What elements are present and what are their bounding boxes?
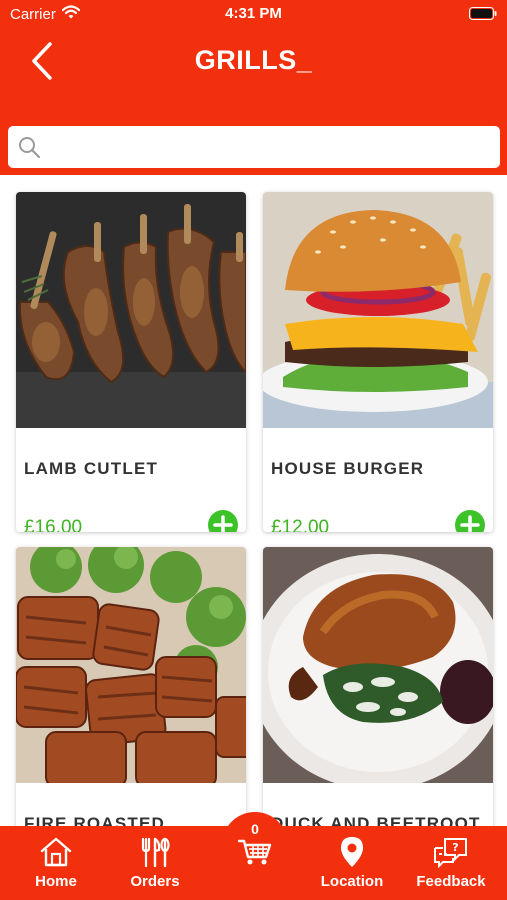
header: GRILLS_	[0, 30, 507, 175]
add-to-cart-button[interactable]	[455, 510, 485, 532]
fork-knife-icon	[141, 837, 170, 868]
plus-icon	[460, 515, 480, 532]
tab-orders[interactable]: Orders	[120, 826, 190, 900]
tab-home[interactable]: Home	[20, 826, 92, 900]
tab-orders-label: Orders	[130, 873, 180, 890]
product-grid: LAMB CUTLET £16.00 HOUSE BURGER £12.00 F…	[0, 175, 507, 826]
house-burger-photo	[263, 192, 493, 428]
product-price: £12.00	[271, 517, 330, 532]
page-title: GRILLS_	[194, 45, 313, 75]
product-name: LAMB CUTLET	[24, 459, 159, 478]
search-icon	[19, 137, 41, 159]
tab-home-label: Home	[35, 873, 77, 890]
status-time: 4:31 PM	[225, 5, 282, 22]
product-name: HOUSE BURGER	[271, 459, 425, 478]
product-price: £16.00	[24, 517, 83, 532]
tab-location-label: Location	[320, 873, 384, 890]
product-card-fire-roasted-chicken[interactable]: FIRE ROASTED CHICKEN	[16, 547, 246, 826]
product-name: FIRE ROASTED CHICKEN	[24, 814, 165, 826]
search-bar[interactable]	[8, 126, 500, 168]
duck-and-beetroot-photo	[263, 547, 493, 783]
shopping-cart-icon	[238, 839, 272, 865]
home-icon	[40, 837, 72, 867]
product-card-duck-and-beetroot[interactable]: DUCK AND BEETROOT	[263, 547, 493, 826]
battery-icon	[469, 7, 497, 25]
tab-feedback-label: Feedback	[416, 873, 486, 890]
tab-feedback[interactable]: ? Feedback	[406, 826, 496, 900]
fire-roasted-chicken-photo	[16, 547, 246, 783]
product-card-house-burger[interactable]: HOUSE BURGER £12.00	[263, 192, 493, 532]
product-name: DUCK AND BEETROOT	[271, 814, 481, 826]
status-bar: Carrier 4:31 PM	[0, 0, 507, 30]
product-card-lamb-cutlet[interactable]: LAMB CUTLET £16.00	[16, 192, 246, 532]
svg-text:?: ?	[452, 841, 458, 854]
location-pin-icon	[341, 837, 363, 867]
tab-location[interactable]: Location	[312, 826, 392, 900]
lamb-cutlet-photo	[16, 192, 246, 428]
add-to-cart-button[interactable]	[208, 510, 238, 532]
search-input[interactable]	[50, 132, 490, 162]
cart-count-badge: 0	[251, 821, 259, 837]
feedback-chat-icon: ?	[434, 838, 467, 868]
plus-icon	[213, 515, 233, 532]
cart-button[interactable]: 0	[222, 812, 288, 878]
